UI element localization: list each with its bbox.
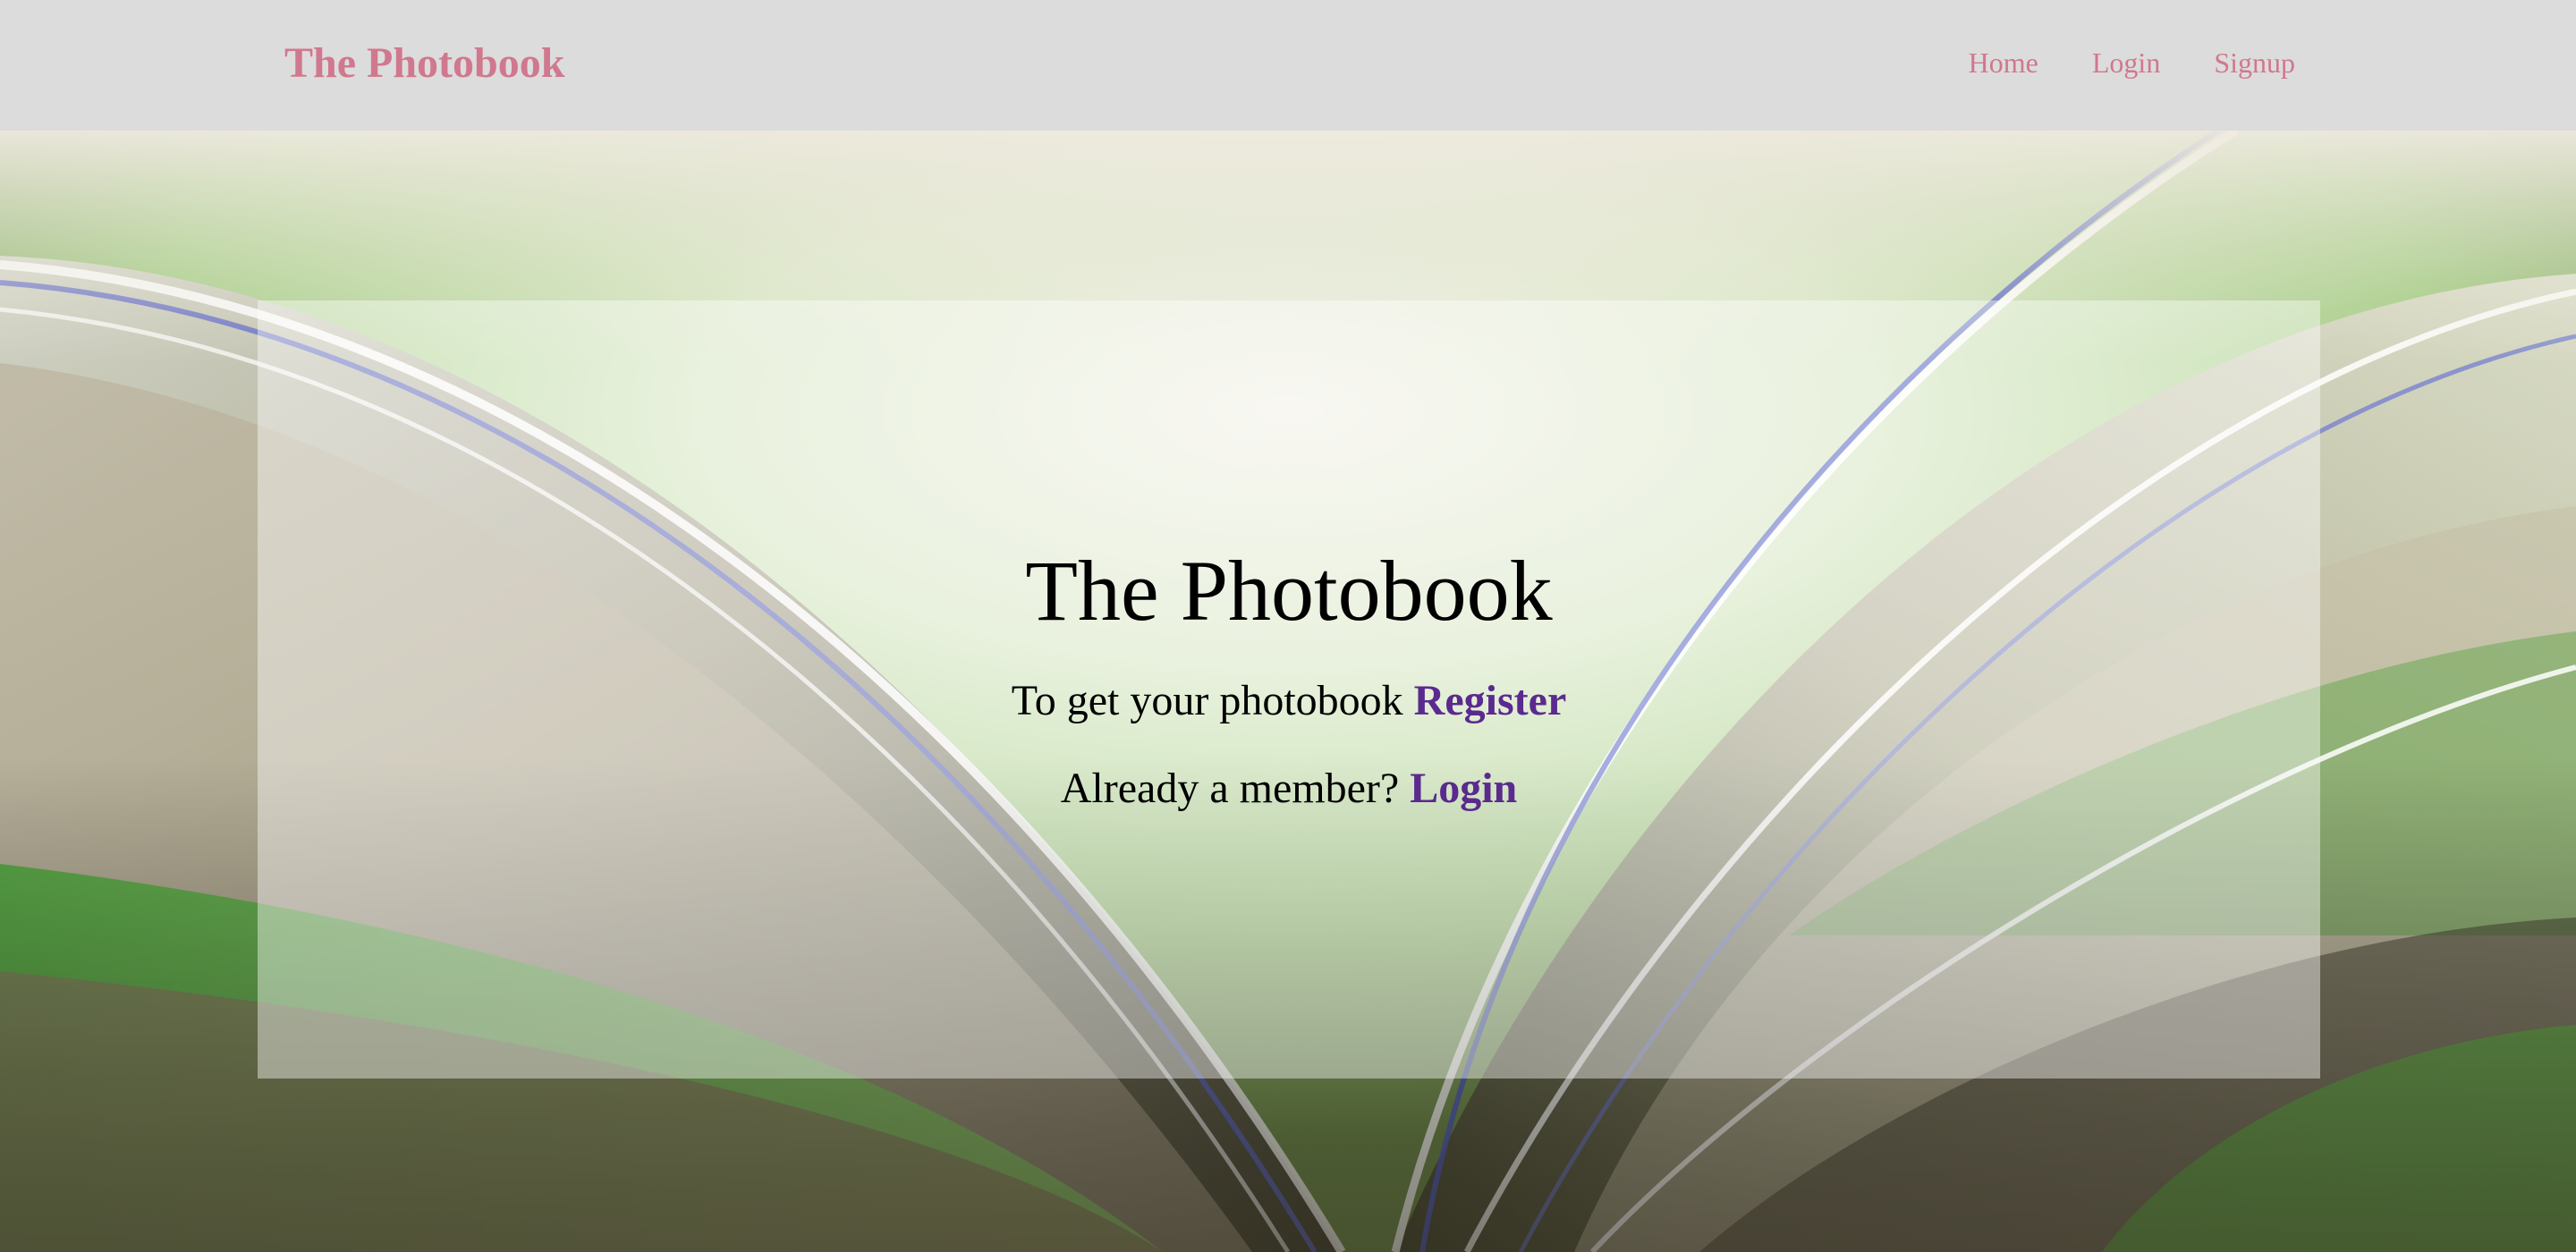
register-link[interactable]: Register bbox=[1414, 677, 1567, 724]
hero-content: The Photobook To get your photobook Regi… bbox=[258, 542, 2320, 816]
login-prompt: Already a member? bbox=[1060, 765, 1400, 812]
page: The Photobook Home Login Signup The Phot… bbox=[0, 0, 2576, 1252]
nav-signup-link[interactable]: Signup bbox=[2214, 43, 2295, 82]
register-line: To get your photobook Register bbox=[258, 674, 2320, 728]
brand-link[interactable]: The Photobook bbox=[284, 36, 564, 91]
top-navbar: The Photobook Home Login Signup bbox=[0, 0, 2576, 131]
hero-jumbotron: The Photobook To get your photobook Regi… bbox=[258, 300, 2320, 1079]
nav-links: Home Login Signup bbox=[1969, 43, 2295, 82]
register-prompt: To get your photobook bbox=[1011, 677, 1403, 724]
nav-home-link[interactable]: Home bbox=[1969, 43, 2038, 82]
nav-login-link[interactable]: Login bbox=[2092, 43, 2160, 82]
hero-title: The Photobook bbox=[1025, 543, 1553, 639]
login-line: Already a member? Login bbox=[258, 762, 2320, 816]
login-link[interactable]: Login bbox=[1410, 765, 1517, 812]
